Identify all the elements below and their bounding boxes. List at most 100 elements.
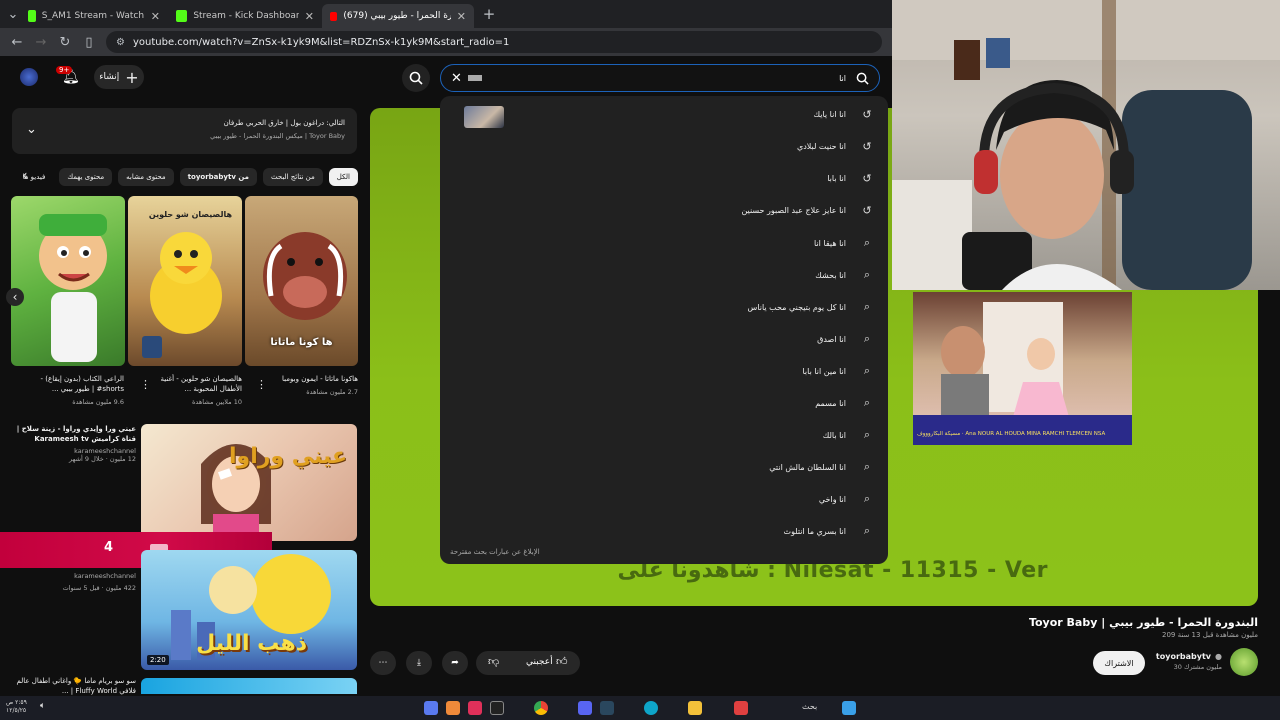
clear-search-icon[interactable]: ✕ xyxy=(451,71,462,86)
video-title[interactable]: عيني ورا وإيدي وراوا - زينة سلاح | قناة … xyxy=(6,424,136,444)
url-field[interactable]: ⚙ youtube.com/watch?v=ZnSx-k1yk9M&list=R… xyxy=(106,31,882,53)
search-icon: ⌕ xyxy=(863,300,871,313)
taskbar-search[interactable]: بحث xyxy=(802,702,817,711)
history-icon: ↺ xyxy=(862,172,872,185)
chip-for-you[interactable]: محتوى يهمك xyxy=(59,168,113,186)
chip-search-results[interactable]: من نتائج البحث xyxy=(262,168,323,186)
chip-similar[interactable]: محتوى مشابه xyxy=(118,168,174,186)
app-icon[interactable] xyxy=(424,701,438,715)
like-icon[interactable]: 👍︎ xyxy=(556,655,568,668)
chrome-icon[interactable] xyxy=(534,701,548,715)
suggestion-item[interactable]: ⌕ انا بحشك xyxy=(815,268,874,282)
search-icon xyxy=(856,72,869,85)
tab-list-icon[interactable]: ⌄ xyxy=(6,7,20,22)
video-title[interactable]: سو سو بريام ماما 🐤 واغاني اطفال عالم فلا… xyxy=(6,676,136,696)
video-thumbnail[interactable]: ذهب الليل 2:20 xyxy=(141,550,357,670)
suggestion-item[interactable]: ⌕ انا بسري ما انتلوث xyxy=(784,524,874,538)
more-horizontal-icon: ⋯ xyxy=(378,658,388,668)
inset-photo xyxy=(913,302,1132,445)
more-actions-button[interactable]: ⋯ xyxy=(370,651,396,675)
new-tab-icon[interactable]: + xyxy=(482,5,496,23)
suggestion-text: انا السلطان مالش انتي xyxy=(769,462,846,472)
video-thumbnail[interactable]: عيني وراوا xyxy=(141,424,357,541)
chip-channel[interactable]: toyorbabytv من xyxy=(179,168,257,186)
chevron-down-icon[interactable]: ⌄ xyxy=(26,122,37,137)
chip-videos[interactable]: فيديو ها xyxy=(15,168,54,186)
edge-icon[interactable] xyxy=(644,701,658,715)
suggestion-text: انا بابا xyxy=(827,174,846,183)
create-label: إنشاء xyxy=(99,72,120,82)
close-icon[interactable]: ✕ xyxy=(305,10,314,23)
create-button[interactable]: إنشاء + xyxy=(94,65,144,89)
suggestion-item[interactable]: ⌕ انا السلطان مالش انتي xyxy=(769,460,874,474)
promo-text: 4 xyxy=(104,540,114,555)
chevron-left-icon[interactable]: ‹ xyxy=(6,288,24,306)
report-suggestions-link[interactable]: الإبلاغ عن عبارات بحث مقترحة xyxy=(450,548,540,556)
suggestion-item[interactable]: ↺ انا عايز علاج عبد الصبور حسنين xyxy=(741,204,874,217)
suggestion-item[interactable]: ⌕ انا بالك xyxy=(823,428,874,442)
volume-icon[interactable]: 🔈︎ xyxy=(40,701,45,711)
app-icon[interactable] xyxy=(446,701,460,715)
download-button[interactable]: ⤓ xyxy=(406,651,432,675)
tab-label: Stream - Kick Dashboard xyxy=(193,11,299,21)
search-icon: ⌕ xyxy=(863,364,871,377)
video-title[interactable]: هاكونا ماتاتا - ايمون وبومبا xyxy=(262,374,358,384)
suggestion-item[interactable]: ↺ انا حنيت لبلادي xyxy=(797,140,874,153)
channel-name[interactable]: karameeshchannel xyxy=(6,572,136,580)
short-info: الراعي الكتاب (بدون إيقاع) - shorts# | ط… xyxy=(30,374,124,406)
start-icon[interactable] xyxy=(842,701,856,715)
channel-name[interactable]: karameeshchannel xyxy=(6,447,136,455)
video-title[interactable]: هالصيصان شو حلوين - أغنية الأطفال المحبو… xyxy=(148,374,242,394)
suggestion-text: انا بسري ما انتلوث xyxy=(783,526,846,536)
cartoon-figure xyxy=(39,214,107,362)
channel-avatar[interactable] xyxy=(1230,648,1258,676)
short-thumbnail[interactable]: هالصيصان شو حلوين xyxy=(128,196,242,366)
tab-kick-stream[interactable]: S_AM1 Stream - Watch Live on Kick ✕ xyxy=(20,4,168,28)
now-playing-title: التالي: دراغون بول | خارق الحربي طرفان xyxy=(223,119,345,127)
close-icon[interactable]: ✕ xyxy=(151,10,160,23)
notifications-button[interactable]: 🔔︎ 9+ xyxy=(56,66,80,88)
kick-icon xyxy=(176,10,188,22)
share-button[interactable]: ➦ xyxy=(442,651,468,675)
suggestion-item[interactable]: ⌕ انا مين انا بابا xyxy=(802,364,874,378)
suggestion-item[interactable]: ⌕ انا اصدق xyxy=(817,332,874,346)
chip-all[interactable]: الكل xyxy=(328,168,358,186)
folder-icon[interactable] xyxy=(688,701,702,715)
suggestion-thumbnail[interactable] xyxy=(464,106,504,128)
app-icon[interactable] xyxy=(490,701,504,715)
history-icon: ↺ xyxy=(862,140,872,153)
dislike-icon[interactable]: 👎︎ xyxy=(488,655,499,668)
channel-name[interactable]: toyorbabytv xyxy=(1156,652,1211,661)
discord-icon[interactable] xyxy=(578,701,592,715)
suggestion-item[interactable]: ⌕ انا هيقا انا xyxy=(814,236,874,250)
back-icon[interactable]: ← xyxy=(10,35,24,50)
suggestion-item[interactable]: ⌕ انا مسمم xyxy=(815,396,874,410)
suggestion-item[interactable]: ↺ انا انا يايك xyxy=(814,108,875,121)
tab-youtube[interactable]: (679) البندورة الحمرا - طيور بيبي | YouT… xyxy=(322,4,474,28)
suggestion-item[interactable]: ⌕ انا كل يوم بتيجني محب ياناس xyxy=(748,300,874,314)
sidebar-icon[interactable]: ▯ xyxy=(82,35,96,50)
tab-kick-dashboard[interactable]: Stream - Kick Dashboard ✕ xyxy=(168,4,322,28)
like-label[interactable]: أعجبني xyxy=(526,657,553,667)
video-title: البندورة الحمرا - طيور بيبي | Toyor Baby xyxy=(1028,616,1258,629)
video-thumbnail[interactable] xyxy=(141,678,357,694)
site-info-icon[interactable]: ⚙ xyxy=(116,37,125,48)
close-icon[interactable]: ✕ xyxy=(457,10,466,23)
now-playing-panel[interactable]: ⌄ التالي: دراغون بول | خارق الحربي طرفان… xyxy=(12,108,357,154)
steam-icon[interactable] xyxy=(600,701,614,715)
subscriber-count: 30 مليون مشترك xyxy=(1173,663,1222,671)
suggestion-item[interactable]: ⌕ انا واخي xyxy=(819,492,874,506)
suggestion-item[interactable]: ↺ انا بابا xyxy=(827,172,874,185)
video-title[interactable]: الراعي الكتاب (بدون إيقاع) - shorts# | ط… xyxy=(30,374,124,394)
short-thumbnail[interactable] xyxy=(11,196,125,366)
app-icon[interactable] xyxy=(734,701,748,715)
app-icon[interactable] xyxy=(468,701,482,715)
search-input[interactable]: ✕ انا xyxy=(440,64,880,92)
video-meta: 12 مليون · خلال 9 أشهر xyxy=(68,455,136,463)
search-voice-button[interactable] xyxy=(402,64,430,92)
forward-icon[interactable]: → xyxy=(34,35,48,50)
reload-icon[interactable]: ↻ xyxy=(58,35,72,50)
short-thumbnail[interactable]: ها كونا ماتاتا xyxy=(245,196,358,366)
subscribe-button[interactable]: الاشتراك xyxy=(1093,651,1145,675)
avatar[interactable] xyxy=(20,68,38,86)
